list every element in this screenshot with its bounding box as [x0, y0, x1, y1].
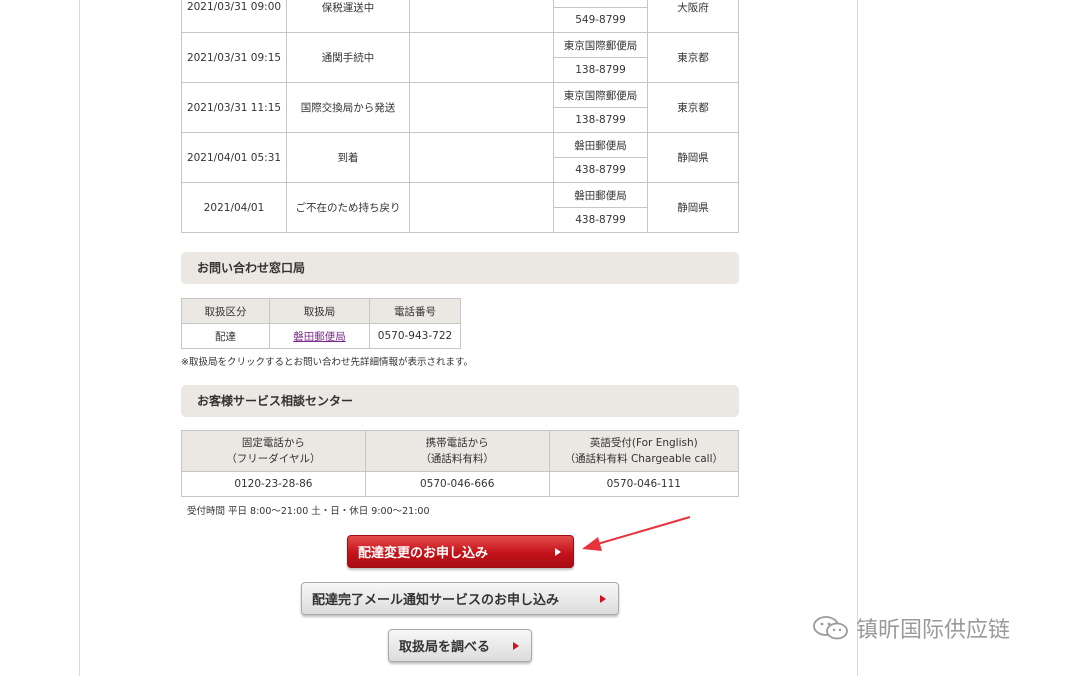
postal-cell: 438-8799	[553, 207, 648, 233]
column-header: 取扱局	[269, 298, 370, 324]
play-arrow-icon	[513, 641, 519, 650]
status-cell: 国際交換局から発送	[286, 82, 410, 133]
table-row: 2021/03/31 09:00 保税運送中 大阪府	[181, 0, 739, 33]
postal-cell: 138-8799	[553, 57, 648, 83]
button-label: 取扱局を調べる	[399, 640, 491, 655]
datetime-cell: 2021/03/31 11:15	[181, 82, 287, 133]
office-cell: 磐田郵便局	[553, 132, 648, 158]
button-label: 配達完了メール通知サービスのお申し込み	[312, 593, 560, 608]
table-header-row: 固定電話から （フリーダイヤル） 携帯電話から （通話料有料） 英語受付(For…	[181, 430, 740, 472]
watermark-text: 镇昕国际供应链	[856, 618, 1011, 643]
office-lookup-button[interactable]: 取扱局を調べる	[388, 629, 532, 662]
play-arrow-icon	[600, 594, 606, 603]
delivery-notification-button[interactable]: 配達完了メール通知サービスのお申し込み	[301, 582, 619, 615]
header-line: （通話料有料 Chargeable call）	[564, 453, 723, 465]
column-header: 取扱区分	[181, 298, 270, 324]
detail-cell	[409, 182, 554, 233]
annotation-arrow-icon	[582, 516, 691, 551]
phone-number-cell: 0570-046-666	[364, 471, 550, 497]
play-arrow-icon	[555, 547, 561, 556]
header-line: 英語受付(For English)	[589, 437, 698, 449]
service-center-table: 固定電話から （フリーダイヤル） 携帯電話から （通話料有料） 英語受付(For…	[181, 430, 740, 497]
header-line: （通話料有料）	[420, 453, 494, 465]
detail-cell	[409, 82, 554, 133]
status-cell: 保税運送中	[286, 0, 410, 33]
handling-office-cell: 磐田郵便局	[269, 323, 370, 349]
tracking-history-table: 2021/03/31 09:00 保税運送中 大阪府 549-8799 2021…	[181, 0, 739, 233]
wechat-icon	[813, 616, 848, 640]
office-cell: 東京国際郵便局	[553, 82, 648, 108]
table-row: 2021/03/31 09:15 通関手続中 東京国際郵便局 東京都	[181, 32, 739, 83]
datetime-cell: 2021/03/31 09:15	[181, 32, 287, 83]
detail-cell	[409, 132, 554, 183]
contact-office-table: 取扱区分 取扱局 電話番号 配達 磐田郵便局 0570-943-722	[181, 298, 461, 349]
postal-cell: 549-8799	[553, 6, 648, 33]
postal-cell: 138-8799	[553, 107, 648, 133]
office-link[interactable]: 磐田郵便局	[293, 331, 346, 343]
phone-cell: 0570-943-722	[369, 323, 461, 349]
handling-type-cell: 配達	[181, 323, 270, 349]
contact-section-heading: お問い合わせ窓口局	[181, 252, 739, 284]
header-line: 固定電話から	[241, 437, 305, 449]
service-center-heading: お客様サービス相談センター	[181, 385, 739, 417]
office-cell	[553, 0, 648, 8]
prefecture-cell: 静岡県	[647, 182, 739, 233]
detail-cell	[409, 32, 554, 83]
status-cell: 到着	[286, 132, 410, 183]
prefecture-cell: 東京都	[647, 82, 739, 133]
watermark: 镇昕国际供应链	[812, 612, 1010, 644]
page-border-right	[857, 0, 858, 676]
detail-cell	[409, 0, 554, 33]
table-row: 配達 磐田郵便局 0570-943-722	[181, 323, 461, 349]
column-header: 固定電話から （フリーダイヤル）	[181, 430, 366, 472]
prefecture-cell: 静岡県	[647, 132, 739, 183]
office-cell: 東京国際郵便局	[553, 32, 648, 58]
table-row: 2021/04/01 05:31 到着 磐田郵便局 静岡県	[181, 132, 739, 183]
table-row: 0120-23-28-86 0570-046-666 0570-046-111	[181, 471, 740, 497]
table-header-row: 取扱区分 取扱局 電話番号	[181, 298, 461, 324]
column-header: 英語受付(For English) （通話料有料 Chargeable call…	[548, 430, 740, 472]
prefecture-cell: 東京都	[647, 32, 739, 83]
status-cell: ご不在のため持ち戻り	[286, 182, 410, 233]
table-row: 2021/03/31 11:15 国際交換局から発送 東京国際郵便局 東京都	[181, 82, 739, 133]
datetime-cell: 2021/04/01 05:31	[181, 132, 287, 183]
status-cell: 通関手続中	[286, 32, 410, 83]
column-header: 電話番号	[369, 298, 461, 324]
phone-number-cell: 0570-046-111	[548, 471, 740, 497]
datetime-cell: 2021/04/01	[181, 182, 287, 233]
phone-number-cell: 0120-23-28-86	[181, 471, 366, 497]
postal-cell: 438-8799	[553, 157, 648, 183]
button-label: 配達変更のお申し込み	[358, 546, 489, 561]
header-line: （フリーダイヤル）	[226, 453, 321, 465]
page-border-left	[79, 0, 80, 676]
redelivery-request-button[interactable]: 配達変更のお申し込み	[347, 535, 574, 568]
header-line: 携帯電話から	[425, 437, 489, 449]
table-row: 2021/04/01 ご不在のため持ち戻り 磐田郵便局 静岡県	[181, 182, 739, 233]
datetime-cell: 2021/03/31 09:00	[181, 0, 287, 33]
column-header: 携帯電話から （通話料有料）	[364, 430, 550, 472]
office-click-note: ※取扱局をクリックするとお問い合わせ先詳細情報が表示されます。	[181, 357, 474, 368]
prefecture-cell: 大阪府	[647, 0, 739, 33]
service-hours-text: 受付時間 平日 8:00～21:00 土・日・休日 9:00～21:00	[187, 506, 430, 517]
office-cell: 磐田郵便局	[553, 182, 648, 208]
